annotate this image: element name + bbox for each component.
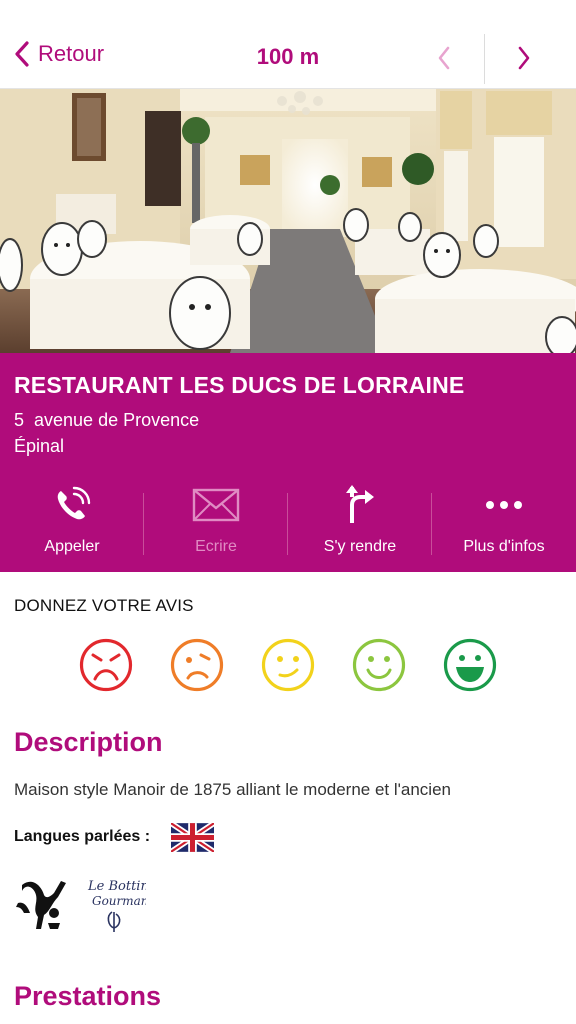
email-label: Ecrire: [195, 538, 237, 555]
description-title: Description: [14, 727, 163, 757]
neutral-face-icon[interactable]: [260, 637, 316, 693]
chevron-left-icon: [438, 46, 450, 70]
directions-label: S'y rendre: [323, 538, 397, 555]
svg-text:Gourmand: Gourmand: [92, 894, 146, 908]
directions-icon: [346, 485, 374, 523]
more-info-label: Plus d'infos: [463, 538, 545, 555]
directions-button[interactable]: S'y rendre: [288, 481, 432, 561]
feedback-title: DONNEZ VOTRE AVIS: [14, 596, 194, 615]
rating-faces: [78, 637, 498, 693]
call-label: Appeler: [44, 538, 100, 555]
prestations-title: Prestations: [14, 981, 162, 1011]
nav-divider: [484, 34, 485, 84]
email-button[interactable]: Ecrire: [144, 481, 288, 561]
address-city: Épinal: [14, 436, 65, 456]
next-button[interactable]: [510, 44, 538, 72]
action-bar: Appeler Ecrire S'y rendre Plus d'infos: [0, 481, 576, 561]
previous-button[interactable]: [430, 44, 458, 72]
restaurant-info-band: RESTAURANT LES DUCS DE LORRAINE 5 avenue…: [0, 353, 576, 572]
svg-text:Le Bottin: Le Bottin: [87, 879, 146, 894]
restaurant-photo[interactable]: [0, 89, 576, 353]
restaurant-name: RESTAURANT LES DUCS DE LORRAINE: [14, 372, 465, 398]
guide-logo-icon: [16, 881, 66, 929]
languages-label: Langues parlées :: [14, 828, 151, 845]
distance-label: 100 m: [256, 44, 320, 69]
phone-icon: [57, 486, 91, 520]
very-unhappy-face-icon[interactable]: [78, 637, 134, 693]
address-line-1: 5 avenue de Provence: [14, 410, 200, 430]
chevron-right-icon: [518, 46, 530, 70]
english-flag-icon: [171, 823, 214, 852]
bottin-gourmand-logo-icon: Le Bottin Gourmand: [87, 879, 146, 932]
more-info-button[interactable]: Plus d'infos: [432, 481, 576, 561]
happy-face-icon[interactable]: [351, 637, 407, 693]
mail-icon: [192, 488, 240, 522]
unhappy-face-icon[interactable]: [169, 637, 225, 693]
dining-room-image: [0, 89, 576, 353]
top-bar: Retour 100 m: [0, 0, 576, 89]
more-icon: [486, 501, 522, 509]
description-text: Maison style Manoir de 1875 alliant le m…: [14, 780, 451, 799]
very-happy-face-icon[interactable]: [442, 637, 498, 693]
call-button[interactable]: Appeler: [0, 481, 144, 561]
